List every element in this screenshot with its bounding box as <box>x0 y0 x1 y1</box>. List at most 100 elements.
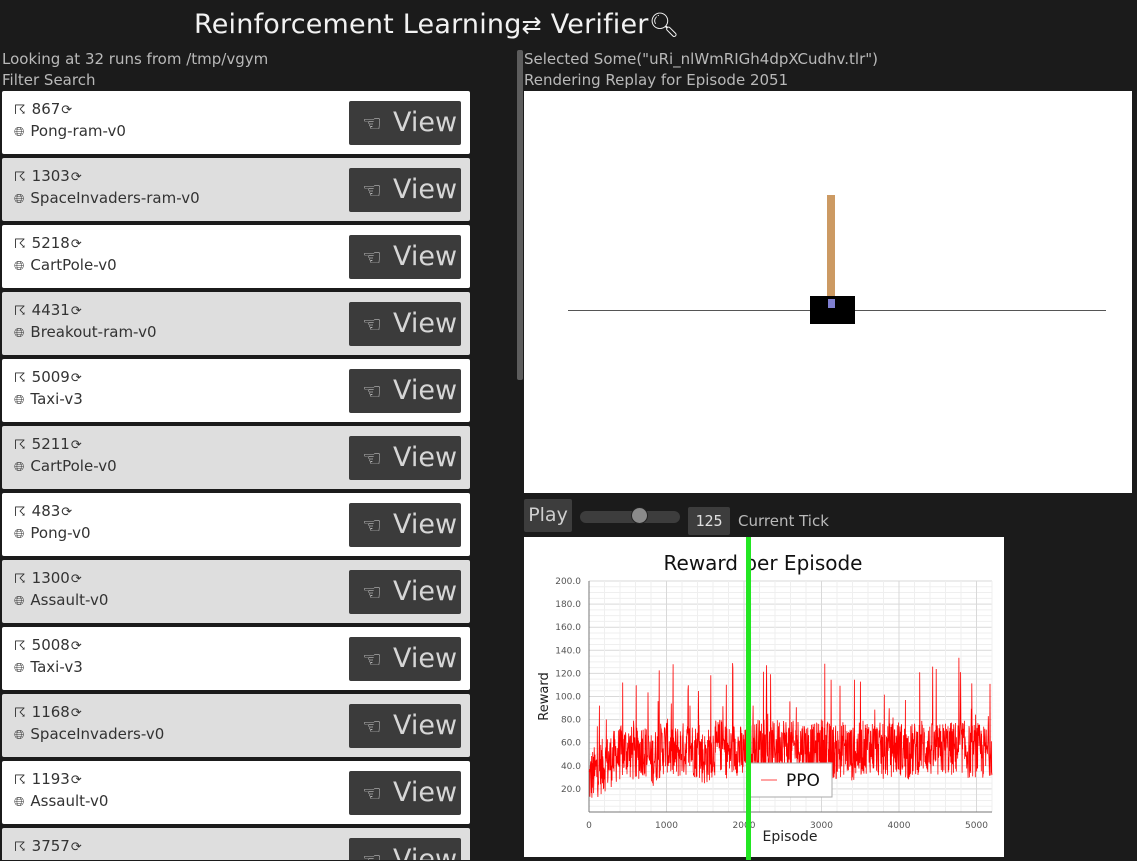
globe-icon: 🌐︎ <box>14 192 25 207</box>
current-tick-value[interactable]: 125 <box>688 507 730 535</box>
refresh-icon: ⟳ <box>70 773 82 788</box>
view-button[interactable]: ☜View <box>349 235 461 279</box>
view-button[interactable]: ☜ View <box>349 503 461 547</box>
view-button[interactable]: ☜View <box>349 101 461 145</box>
run-row[interactable]: ☈ 1193⟳ 🌐︎ Assault-v0 ☜ View <box>2 761 470 824</box>
hand-icon: ☜ <box>362 179 382 204</box>
run-row[interactable]: ☈ 5009⟳ 🌐︎ Taxi-v3 ☜ View <box>2 359 470 422</box>
run-env-line: 🌐︎ CartPole-v0 <box>14 457 117 475</box>
run-row[interactable]: ☈ 1300⟳ 🌐︎ Assault-v0 ☜ View <box>2 560 470 623</box>
run-id-line: ☈ 1168⟳ <box>14 703 82 721</box>
run-env-line: 🌐︎ Assault-v0 <box>14 792 108 810</box>
run-env-line: 🌐︎ Breakout-ram-v0 <box>14 323 157 341</box>
run-row[interactable]: ☈3757⟳🌐︎☜View <box>2 828 470 860</box>
view-button[interactable]: ☜ View <box>349 302 461 346</box>
refresh-icon: ⟳ <box>70 840 82 855</box>
view-button[interactable]: ☜ View <box>349 436 461 480</box>
view-button-label: View <box>393 308 458 339</box>
hand-icon: ☜ <box>362 782 382 807</box>
run-id: 5009 <box>31 368 70 386</box>
run-env: CartPole-v0 <box>30 457 117 475</box>
x-tick-label: 2000 <box>733 821 756 831</box>
view-button-label: View <box>393 509 458 540</box>
run-id: 1193 <box>31 770 70 788</box>
refresh-icon: ⟳ <box>61 103 73 118</box>
tick-slider-knob[interactable] <box>631 507 648 524</box>
run-id: 5008 <box>31 636 70 654</box>
run-env: Taxi-v3 <box>30 658 83 676</box>
view-button-label: View <box>393 777 458 808</box>
hand-icon: ☜ <box>362 447 382 472</box>
replay-viewport <box>524 91 1132 493</box>
run-row[interactable]: ☈ 4431⟳ 🌐︎ Breakout-ram-v0 ☜ View <box>2 292 470 355</box>
globe-icon: 🌐︎ <box>14 326 25 341</box>
y-tick-label: 40.0 <box>561 762 581 772</box>
legend-label-ppo: PPO <box>786 771 820 791</box>
y-tick-label: 140.0 <box>555 646 581 656</box>
hash-icon: ☈ <box>14 773 26 788</box>
hash-icon: ☈ <box>14 572 26 587</box>
view-button[interactable]: ☜ View <box>349 570 461 614</box>
run-id: 867 <box>31 100 61 118</box>
episode-marker-line[interactable] <box>745 537 751 860</box>
globe-icon: 🌐︎ <box>14 728 25 743</box>
run-env: Assault-v0 <box>30 591 109 609</box>
x-tick-label: 4000 <box>888 821 911 831</box>
view-button[interactable]: ☜View <box>349 838 461 860</box>
run-env: Pong-v0 <box>30 524 91 542</box>
run-row[interactable]: ☈ 867⟳ 🌐︎ Pong-ram-v0 ☜ View <box>2 91 470 154</box>
reward-chart-svg: 20.0 40.0 60.0 80.0 100.0 120.0 140.0 160.0 180.… <box>537 551 993 845</box>
run-env: Breakout-ram-v0 <box>30 323 157 341</box>
run-row[interactable]: ☈ 1168⟳ 🌐︎ SpaceInvaders-v0 ☜ View <box>2 694 470 757</box>
view-button[interactable]: ☜View <box>349 369 461 413</box>
view-button[interactable]: ☜View <box>349 168 461 212</box>
cartpole-pole <box>827 195 835 305</box>
run-list: ☈ 867⟳ 🌐︎ Pong-ram-v0 ☜ View ☈ 1303⟳ 🌐︎ SpaceInva… <box>2 91 470 860</box>
hash-icon: ☈ <box>14 706 26 721</box>
hash-icon: ☈ <box>14 103 26 118</box>
hash-icon: ☈ <box>14 505 26 520</box>
view-button[interactable]: ☜View <box>349 637 461 681</box>
view-button[interactable]: ☜ View <box>349 771 461 815</box>
filter-search-label[interactable]: Filter Search <box>2 71 95 89</box>
view-button-label: View <box>393 442 458 473</box>
refresh-icon: ⟳ <box>70 438 82 453</box>
magnifier-icon[interactable]: 🔍︎ <box>649 11 680 39</box>
run-id: 4431 <box>31 301 70 319</box>
refresh-icon: ⟳ <box>70 237 82 252</box>
globe-icon: 🌐︎ <box>14 527 25 542</box>
run-row[interactable]: ☈ 5218⟳ 🌐︎ CartPole-v0 ☜ View <box>2 225 470 288</box>
tick-slider[interactable] <box>580 507 680 524</box>
run-row[interactable]: ☈ 5211⟳ 🌐︎ CartPole-v0 ☜ View <box>2 426 470 489</box>
cartpole-axle <box>828 299 835 308</box>
play-button[interactable]: Play <box>524 499 572 532</box>
runs-summary: Looking at 32 runs from /tmp/vgym <box>2 50 269 68</box>
run-list-scrollbar[interactable] <box>517 50 523 380</box>
run-id-line: ☈ 483⟳ <box>14 502 72 520</box>
run-env-line: 🌐︎ SpaceInvaders-v0 <box>14 725 164 743</box>
run-id-line: ☈ 1300⟳ <box>14 569 82 587</box>
globe-icon: 🌐︎ <box>14 594 25 609</box>
view-button[interactable]: ☜View <box>349 704 461 748</box>
globe-icon: 🌐︎ <box>14 460 25 475</box>
globe-icon: 🌐︎ <box>14 795 25 810</box>
run-id-line: ☈ 5008⟳ <box>14 636 82 654</box>
hand-icon: ☜ <box>362 581 382 606</box>
hand-icon: ☜ <box>362 514 382 539</box>
run-id-line: ☈ 5218⟳ <box>14 234 82 252</box>
x-tick-label: 1000 <box>655 821 678 831</box>
globe-icon: 🌐︎ <box>14 393 25 408</box>
refresh-icon: ⟳ <box>70 170 82 185</box>
chart-title: Reward per Episode <box>664 551 863 575</box>
run-row[interactable]: ☈ 5008⟳ 🌐︎ Taxi-v3 ☜ View <box>2 627 470 690</box>
run-id-line: ☈ 3757⟳ <box>14 837 82 855</box>
x-tick-label: 5000 <box>965 821 988 831</box>
run-row[interactable]: ☈ 483⟳ 🌐︎ Pong-v0 ☜ View <box>2 493 470 556</box>
run-id: 1168 <box>31 703 70 721</box>
view-button-label: View <box>393 576 458 607</box>
hand-icon: ☜ <box>362 313 382 338</box>
run-row[interactable]: ☈ 1303⟳ 🌐︎ SpaceInvaders-ram-v0 ☜ View <box>2 158 470 221</box>
refresh-icon: ⟳ <box>70 572 82 587</box>
app-title: Reinforcement Learning⇄ Verifier🔍︎ <box>194 9 680 40</box>
hash-icon: ☈ <box>14 170 26 185</box>
